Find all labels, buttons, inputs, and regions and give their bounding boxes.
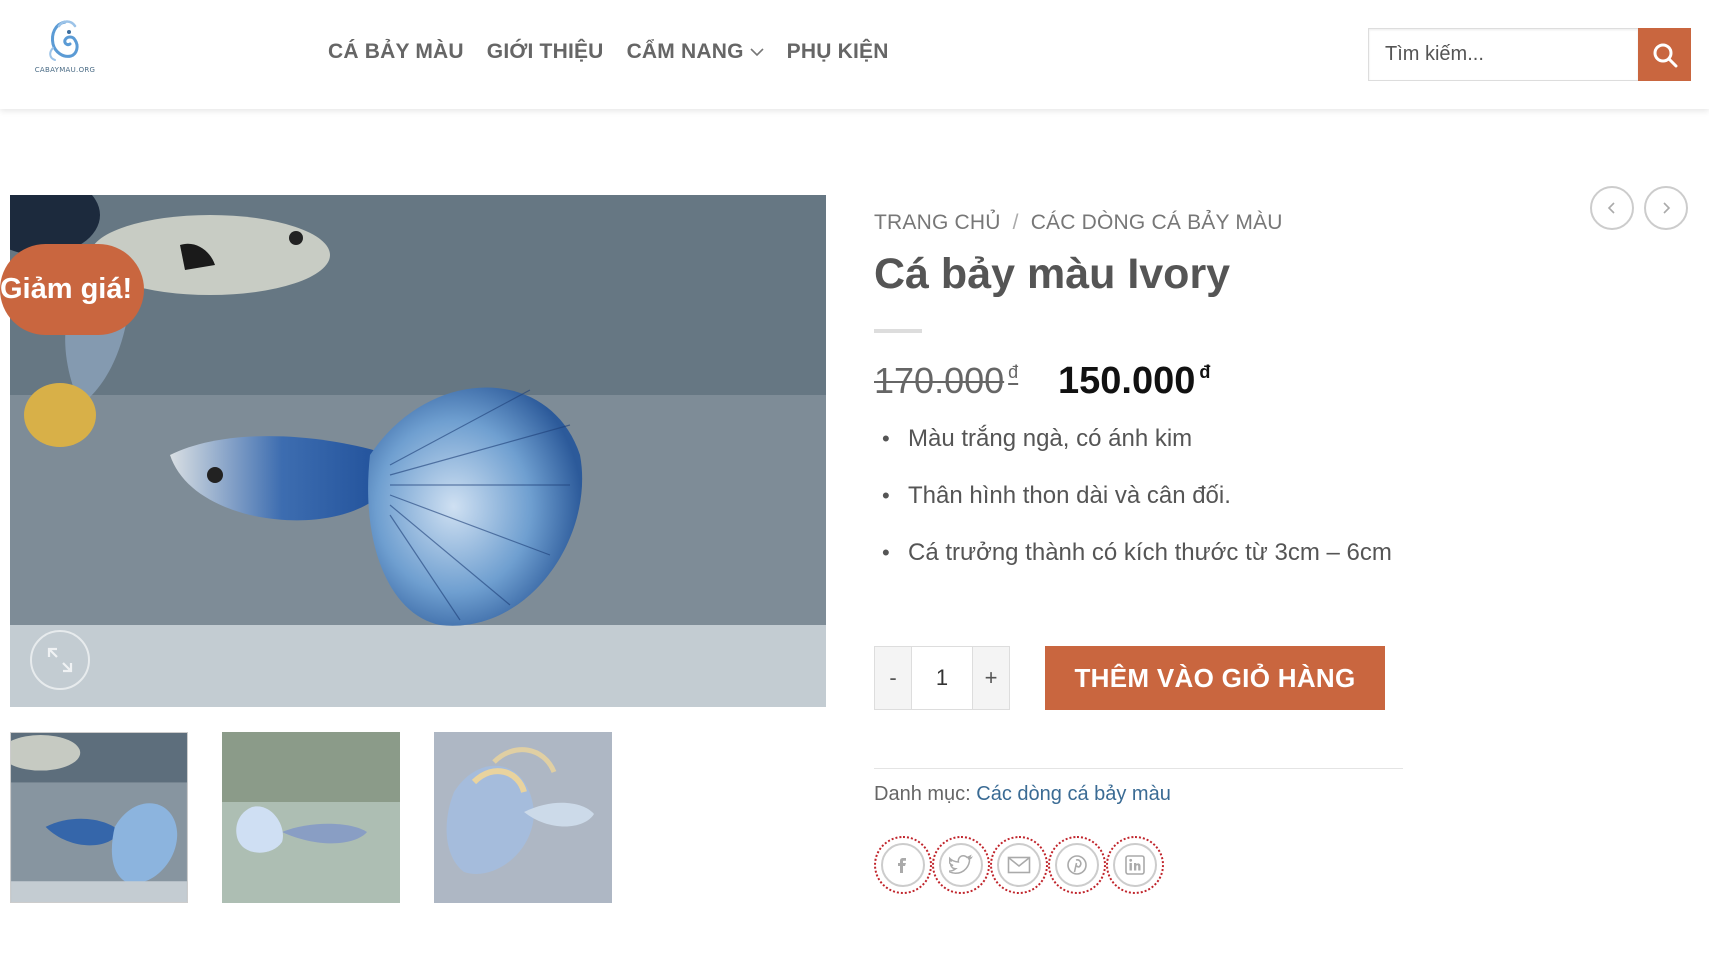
thumbnail-image: [222, 732, 400, 903]
share-buttons: [874, 836, 1164, 894]
product-title: Cá bảy màu Ivory: [874, 250, 1231, 298]
sale-badge-text: Giảm giá!: [0, 273, 133, 305]
product-navigation: [1590, 186, 1688, 230]
pinterest-icon: [1067, 855, 1087, 875]
fish-logo-icon: [49, 20, 79, 61]
share-email-button[interactable]: [990, 836, 1048, 894]
category-link[interactable]: Các dòng cá bảy màu: [976, 783, 1171, 805]
site-logo[interactable]: CABAYMAU.ORG: [30, 18, 100, 80]
sale-price: 150.000 đ: [1058, 360, 1210, 403]
breadcrumb-home[interactable]: TRANG CHỦ: [874, 211, 1001, 235]
feature-list: Màu trắng ngà, có ánh kim Thân hình thon…: [882, 418, 1402, 589]
nav-item-ca-bay-mau[interactable]: CÁ BẢY MÀU: [328, 40, 464, 64]
currency-symbol: đ: [1008, 362, 1019, 382]
category-label: Danh mục:: [874, 783, 971, 805]
quantity-stepper: - +: [874, 646, 1010, 710]
nav-label: GIỚI THIỆU: [486, 40, 604, 63]
share-twitter-button[interactable]: [932, 836, 990, 894]
expand-icon: [47, 647, 73, 673]
breadcrumb-category[interactable]: CÁC DÒNG CÁ BẢY MÀU: [1031, 211, 1283, 235]
email-icon: [1007, 856, 1031, 874]
nav-label: CÁ BẢY MÀU: [328, 40, 464, 63]
breadcrumb: TRANG CHỦ / CÁC DÒNG CÁ BẢY MÀU: [874, 211, 1283, 235]
thumbnail-1[interactable]: [10, 732, 188, 903]
nav-item-phu-kien[interactable]: PHỤ KIỆN: [787, 40, 889, 64]
search-icon: [1653, 43, 1677, 67]
quantity-plus-button[interactable]: +: [973, 647, 1009, 709]
nav-label: CẨM NANG: [626, 40, 744, 63]
quantity-minus-button[interactable]: -: [875, 647, 911, 709]
linkedin-icon: [1125, 855, 1145, 875]
site-header: CABAYMAU.ORG CÁ BẢY MÀU GIỚI THIỆU CẨM N…: [0, 0, 1709, 109]
sale-badge: Giảm giá!: [0, 244, 144, 335]
share-pinterest-button[interactable]: [1048, 836, 1106, 894]
add-to-cart-button[interactable]: THÊM VÀO GIỎ HÀNG: [1045, 646, 1385, 710]
title-divider: [874, 329, 922, 333]
thumbnail-2[interactable]: [222, 732, 400, 903]
nav-item-gioi-thieu[interactable]: GIỚI THIỆU: [487, 40, 604, 64]
chevron-down-icon: [750, 45, 764, 60]
nav-item-cam-nang[interactable]: CẨM NANG: [627, 40, 764, 64]
feature-item: Màu trắng ngà, có ánh kim: [882, 418, 1402, 459]
next-product-button[interactable]: [1644, 186, 1688, 230]
chevron-right-icon: [1663, 202, 1671, 214]
old-price: 170.000 đ: [874, 360, 1018, 402]
sale-price-value: 150.000: [1058, 360, 1196, 402]
logo-text: CABAYMAU.ORG: [34, 66, 96, 74]
search-form: [1368, 28, 1691, 81]
currency-symbol: đ: [1199, 362, 1211, 382]
search-button[interactable]: [1638, 28, 1691, 81]
previous-product-button[interactable]: [1590, 186, 1634, 230]
zoom-button[interactable]: [30, 630, 90, 690]
main-nav: CÁ BẢY MÀU GIỚI THIỆU CẨM NANG PHỤ KIỆN: [328, 40, 889, 64]
twitter-icon: [949, 854, 973, 874]
breadcrumb-separator: /: [1012, 211, 1019, 234]
search-input[interactable]: [1368, 28, 1638, 81]
old-price-value: 170.000: [874, 360, 1005, 401]
product-category: Danh mục: Các dòng cá bảy màu: [874, 783, 1171, 806]
meta-divider: [874, 768, 1403, 769]
thumbnail-image: [11, 733, 187, 902]
chevron-left-icon: [1607, 202, 1615, 214]
feature-item: Thân hình thon dài và cân đối.: [882, 475, 1402, 516]
feature-item: Cá trưởng thành có kích thước từ 3cm – 6…: [882, 532, 1402, 573]
quantity-input[interactable]: [911, 647, 973, 709]
thumbnail-3[interactable]: [434, 732, 612, 903]
facebook-icon: [898, 858, 906, 873]
nav-label: PHỤ KIỆN: [786, 40, 889, 63]
thumbnail-image: [434, 732, 612, 903]
share-facebook-button[interactable]: [874, 836, 932, 894]
share-linkedin-button[interactable]: [1106, 836, 1164, 894]
